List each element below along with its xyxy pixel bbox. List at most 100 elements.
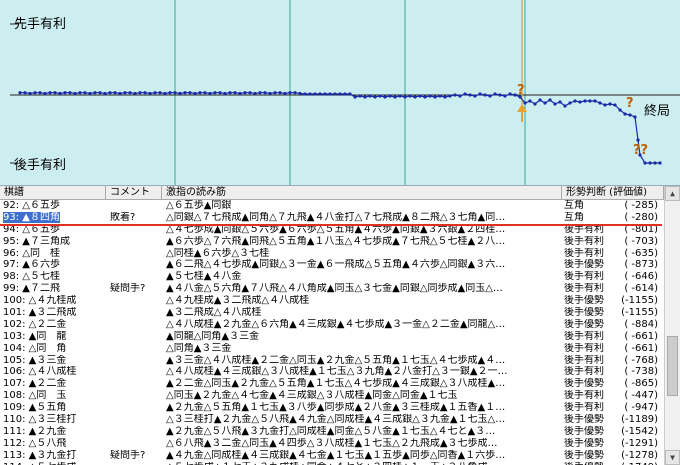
evaluation-point bbox=[443, 95, 447, 99]
value-cell: ( -768) bbox=[624, 354, 658, 366]
evaluation-point bbox=[373, 95, 377, 99]
evaluation-point bbox=[643, 161, 647, 165]
evaluation-point bbox=[303, 92, 307, 96]
table-row[interactable]: 111: ▲２九金 ▲２九金△５八飛▲３九金打△同成桂▲同金△５八金▲１七玉△４七… bbox=[0, 426, 680, 438]
table-row[interactable]: 102: △２二金 △４八成桂▲２九金△６六角▲４三成銀▲４七歩成▲３一金△２二金… bbox=[0, 319, 680, 331]
move-cell: 112: △５八飛 bbox=[3, 437, 67, 449]
evaluation-point bbox=[468, 93, 472, 97]
table-row[interactable]: 95: ▲７三角成 ▲６六歩△７六飛▲同飛△５五角▲１八玉△４七歩成▲７七飛△５七… bbox=[0, 236, 680, 248]
table-row[interactable]: 110: △３三桂打 △３三桂打▲２九金△５八飛▲４九金△同成桂▲４三成銀△３九金… bbox=[0, 414, 680, 426]
move-cell: 100: △４九桂成 bbox=[3, 295, 77, 307]
pv-cell: △３三桂打▲２九金△５八飛▲４九金△同成桂▲４三成銀△３九金▲１七玉△… bbox=[166, 414, 506, 426]
evaluation-point bbox=[38, 91, 42, 95]
pv-cell: △同桂▲６六歩△３七桂 bbox=[166, 247, 270, 259]
column-header-comment[interactable]: コメント bbox=[106, 186, 162, 200]
evaluation-point bbox=[548, 98, 552, 102]
judge-cell: 互角 bbox=[564, 200, 584, 211]
evaluation-point bbox=[333, 92, 337, 96]
evaluation-point bbox=[258, 91, 262, 95]
move-cell: 114: △５七歩成 bbox=[3, 462, 103, 465]
judge-cell: 後手有利 bbox=[564, 390, 604, 402]
table-row[interactable]: 99: ▲７二飛 疑問手? ▲４八金△５六角▲７八飛△４八角成▲同玉△３七金▲同銀△… bbox=[0, 283, 680, 295]
table-row[interactable]: 114: △５七歩成 △５七歩成▲１七玉△３九成桂▲同金△４七と▲３四桂△１一玉▲… bbox=[0, 462, 680, 465]
evaluation-point bbox=[563, 104, 567, 108]
table-row[interactable]: 100: △４九桂成 △４九桂成▲３二飛成△４八成桂 後手優勢 (-1155) bbox=[0, 295, 680, 307]
pv-cell: △６五歩▲同銀 bbox=[166, 200, 232, 211]
value-cell: ( -280) bbox=[624, 211, 658, 223]
evaluation-point bbox=[378, 94, 382, 98]
evaluation-graph[interactable]: 先手有利 後手有利 終局 ? ? ?? bbox=[0, 0, 680, 186]
pv-cell: △４九桂成▲３二飛成△４八成桂 bbox=[166, 295, 310, 307]
table-row[interactable]: 96: △同 桂 △同桂▲６六歩△３七桂 後手有利 ( -635) bbox=[0, 248, 680, 260]
value-cell: ( -285) bbox=[624, 200, 658, 211]
scroll-thumb[interactable] bbox=[667, 336, 678, 396]
table-row[interactable]: 105: ▲３三金 ▲３三金△４八成桂▲２二金△同玉▲２九金△５五角▲１七玉△４七… bbox=[0, 355, 680, 367]
table-row[interactable]: 97: ▲６六歩 ▲６二飛△４七歩成▲同銀△３一金▲６一飛成△５五角▲４六歩△同銀… bbox=[0, 259, 680, 271]
judge-cell: 後手優勢 bbox=[564, 259, 604, 271]
evaluation-point bbox=[63, 91, 67, 95]
judge-cell: 後手有利 bbox=[564, 402, 604, 414]
evaluation-point bbox=[628, 113, 632, 117]
column-header-judge[interactable]: 形勢判断 (評価値) bbox=[562, 186, 664, 200]
vertical-scrollbar[interactable]: ▲ ▼ bbox=[664, 186, 680, 465]
scroll-down-icon[interactable]: ▼ bbox=[665, 450, 680, 465]
pv-cell: △６八飛▲３二金△同玉▲４四歩△３八成桂▲１七玉△２九飛成▲３七歩成… bbox=[166, 437, 498, 449]
evaluation-point bbox=[658, 161, 662, 165]
evaluation-point bbox=[298, 91, 302, 96]
move-cell: 96: △同 桂 bbox=[3, 247, 60, 259]
value-cell: ( -661) bbox=[624, 330, 658, 342]
pv-cell: ▲４八金△５六角▲７八飛△４八角成▲同玉△３七金▲同銀△同歩成▲同玉△… bbox=[166, 283, 503, 295]
evaluation-point bbox=[153, 91, 157, 95]
evaluation-point bbox=[338, 92, 342, 96]
evaluation-point bbox=[133, 91, 137, 96]
table-row[interactable]: 106: △４八成桂 △４八成桂▲４三成銀△３八成桂▲１七玉△３九角▲２八金打△３… bbox=[0, 366, 680, 378]
evaluation-point bbox=[363, 95, 367, 99]
move-cell: 98: △５七桂 bbox=[3, 271, 60, 283]
table-row[interactable]: 112: △５八飛 △６八飛▲３二金△同玉▲４四歩△３八成桂▲１七玉△２九飛成▲３… bbox=[0, 438, 680, 450]
judge-cell: 後手優勢 bbox=[564, 425, 604, 437]
evaluation-point bbox=[248, 91, 252, 95]
evaluation-point bbox=[163, 91, 167, 96]
evaluation-point bbox=[203, 91, 207, 95]
comment-cell: 敗着? bbox=[110, 211, 136, 223]
kifu-analysis-window: 先手有利 後手有利 終局 ? ? ?? 棋譜 コメント 激指の読み筋 形勢判断 … bbox=[0, 0, 680, 465]
evaluation-point bbox=[653, 161, 657, 165]
evaluation-point bbox=[193, 91, 197, 96]
move-cell: 108: △同 玉 bbox=[3, 390, 67, 402]
pv-cell: ▲２九金△５五角▲１七玉▲３八歩▲同歩成▲２八金▲３三桂成▲１五香▲１… bbox=[166, 402, 506, 414]
table-row[interactable]: 98: △５七桂 ▲５七桂▲４八金 後手有利 ( -646) bbox=[0, 271, 680, 283]
evaluation-point bbox=[158, 91, 162, 95]
table-row[interactable]: 101: ▲３二飛成 ▲３二飛成△４八成桂 後手優勢 (-1155) bbox=[0, 307, 680, 319]
selection-divider bbox=[0, 224, 662, 226]
table-row[interactable]: 92: △６五歩 △６五歩▲同銀 互角 ( -285) bbox=[0, 200, 680, 212]
table-row[interactable]: 113: ▲３九金打 疑問手? ▲４九金△同成桂▲４三成銀▲４七金▲１七玉▲１五歩▲… bbox=[0, 450, 680, 462]
table-row[interactable]: 104: △同 角 △同角▲３三金 後手有利 ( -661) bbox=[0, 343, 680, 355]
pv-cell: △同角▲３三金 bbox=[166, 342, 232, 354]
value-cell: (-1155) bbox=[621, 295, 658, 307]
table-row[interactable]: 108: △同 玉 △同玉▲２九金△４七金▲４三成銀△３八成桂▲同金△同金▲１七玉… bbox=[0, 390, 680, 402]
value-cell: ( -873) bbox=[624, 259, 658, 271]
table-row[interactable]: 109: ▲５五角 ▲２九金△５五角▲１七玉▲３八歩▲同歩成▲２八金▲３三桂成▲１… bbox=[0, 402, 680, 414]
double-question-marker: ?? bbox=[633, 143, 649, 158]
scroll-up-icon[interactable]: ▲ bbox=[665, 186, 680, 201]
evaluation-point bbox=[368, 94, 372, 98]
value-cell: ( -738) bbox=[624, 366, 658, 378]
evaluation-point bbox=[473, 94, 477, 98]
table-row[interactable]: 93: ▲８四角 敗着? △同銀△７七飛成▲同角△７九飛▲４八金打△７七飛成▲８二飛… bbox=[0, 211, 680, 224]
table-row[interactable]: 103: ▲同 龍 ▲同龍△同角▲３三金 後手有利 ( -661) bbox=[0, 331, 680, 343]
evaluation-point bbox=[68, 91, 72, 95]
evaluation-point bbox=[413, 95, 417, 99]
table-row[interactable]: 107: ▲２二金 ▲２二金△同玉▲２九金△５五角▲１七玉△４七歩成▲４三成銀△３… bbox=[0, 378, 680, 390]
evaluation-point bbox=[553, 102, 557, 106]
evaluation-point bbox=[528, 99, 532, 103]
evaluation-point bbox=[353, 95, 357, 99]
evaluation-point bbox=[323, 92, 327, 96]
evaluation-point bbox=[93, 91, 97, 95]
evaluation-point bbox=[263, 91, 267, 95]
column-header-pv[interactable]: 激指の読み筋 bbox=[162, 186, 562, 200]
evaluation-point bbox=[408, 94, 412, 98]
evaluation-point bbox=[128, 91, 132, 95]
evaluation-point bbox=[383, 95, 387, 99]
column-header-move[interactable]: 棋譜 bbox=[0, 186, 106, 200]
evaluation-point bbox=[598, 101, 602, 105]
